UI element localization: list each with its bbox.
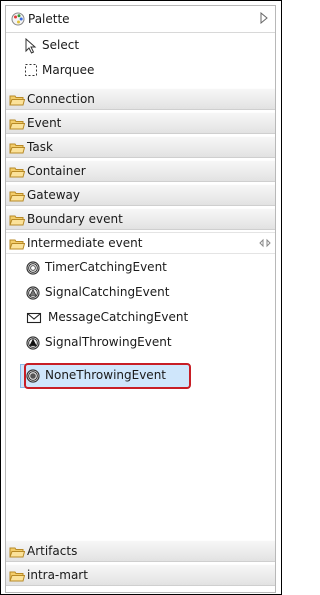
drawer-boundary-event[interactable]: Boundary event (6, 208, 275, 230)
palette-entry-timer-catching-event[interactable]: TimerCatchingEvent (20, 256, 190, 280)
drawer-connection[interactable]: Connection (6, 88, 275, 110)
tool-marquee-label: Marquee (42, 63, 95, 77)
drawer-gateway[interactable]: Gateway (6, 184, 275, 206)
entry-label: SignalThrowingEvent (45, 335, 172, 349)
tool-select[interactable]: Select (24, 35, 144, 57)
folder-icon (9, 546, 26, 561)
triangle-right-icon[interactable] (259, 11, 269, 27)
palette-entry-message-catching-event[interactable]: MessageCatchingEvent (20, 306, 190, 330)
signal-throwing-icon (26, 336, 40, 353)
drawer-label: Container (27, 164, 86, 178)
folder-icon (9, 142, 26, 157)
palette-frame: Palette Select Marquee Connection Event … (0, 0, 282, 595)
pin-icon[interactable] (259, 237, 271, 251)
folder-icon (9, 94, 26, 109)
entry-label: TimerCatchingEvent (45, 260, 167, 274)
palette-entry-signal-throwing-event[interactable]: SignalThrowingEvent (20, 331, 190, 355)
drawer-label: Intermediate event (27, 236, 143, 250)
timer-event-icon (26, 261, 40, 278)
drawer-label: Boundary event (27, 212, 123, 226)
signal-catching-icon (26, 286, 40, 303)
palette-icon (11, 12, 25, 29)
drawer-event[interactable]: Event (6, 112, 275, 134)
drawer-label: Task (27, 140, 53, 154)
drawer-container[interactable]: Container (6, 160, 275, 182)
folder-icon (9, 570, 26, 585)
palette-title: Palette (28, 12, 70, 26)
drawer-label: Gateway (27, 188, 81, 202)
drawer-label: intra-mart (27, 568, 88, 582)
drawer-label: Connection (27, 92, 95, 106)
arrow-pointer-icon (24, 37, 38, 57)
highlight-box (24, 363, 191, 389)
folder-icon (9, 214, 26, 229)
tool-select-label: Select (42, 38, 80, 52)
palette-panel: Palette Select Marquee Connection Event … (5, 5, 276, 593)
drawer-label: Artifacts (27, 544, 78, 558)
marquee-icon (24, 63, 38, 80)
drawer-task[interactable]: Task (6, 136, 275, 158)
drawer-label: Event (27, 116, 62, 130)
envelope-icon (26, 311, 42, 328)
drawer-artifacts[interactable]: Artifacts (6, 540, 275, 562)
drawer-intermediate-event[interactable]: Intermediate event (6, 232, 275, 254)
folder-icon (9, 190, 26, 205)
palette-header: Palette (6, 6, 275, 33)
header-divider (6, 32, 275, 33)
tool-marquee[interactable]: Marquee (24, 60, 144, 82)
palette-entry-signal-catching-event[interactable]: SignalCatchingEvent (20, 281, 190, 305)
entry-label: SignalCatchingEvent (45, 285, 170, 299)
folder-icon (9, 118, 26, 133)
folder-open-icon (9, 238, 26, 253)
folder-icon (9, 166, 26, 181)
entry-label: MessageCatchingEvent (48, 310, 189, 324)
drawer-intra-mart[interactable]: intra-mart (6, 564, 275, 586)
